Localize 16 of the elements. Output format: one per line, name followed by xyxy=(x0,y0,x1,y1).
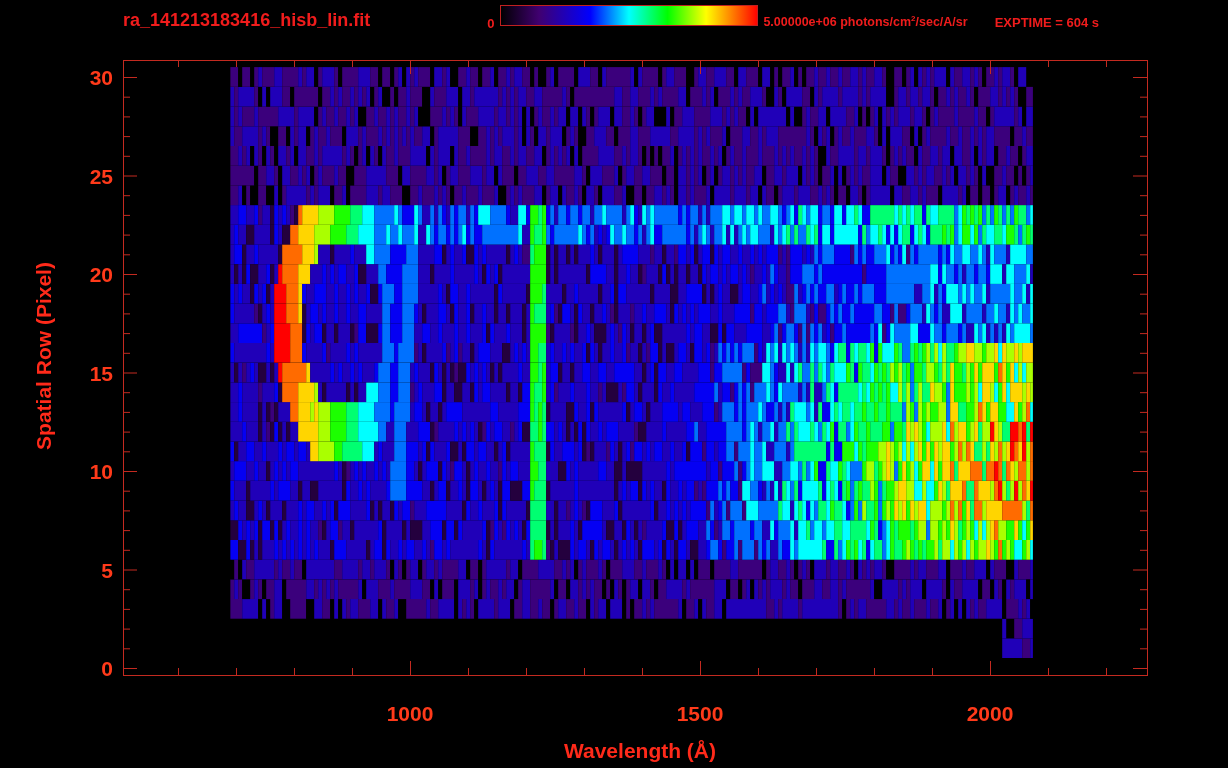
y-tick-label: 15 xyxy=(89,361,113,385)
file-title: ra_141213183416_hisb_lin.fit xyxy=(123,9,371,31)
y-tick-label: 20 xyxy=(89,263,113,286)
colorbar-max-label: 5.00000e+06 photons/cm$^{2}$/sec/A/sr xyxy=(763,14,968,30)
y-tick-label: 0 xyxy=(101,657,113,680)
x-axis-label: Wavelength (Å) xyxy=(563,739,717,762)
y-tick-label: 25 xyxy=(89,164,113,188)
x-tick-label: 2000 xyxy=(966,702,1014,725)
x-tick-label: 1500 xyxy=(676,702,724,725)
x-tick-label: 1000 xyxy=(386,702,434,725)
colorbar-min-label: 0 xyxy=(487,15,495,31)
y-tick-label: 5 xyxy=(101,558,113,582)
y-tick-label: 30 xyxy=(89,66,113,89)
exposure-time: EXPTIME = 604 s xyxy=(994,14,1100,30)
y-tick-label: 10 xyxy=(89,460,113,483)
y-axis-label: Spatial Row (Pixel) xyxy=(32,262,55,450)
